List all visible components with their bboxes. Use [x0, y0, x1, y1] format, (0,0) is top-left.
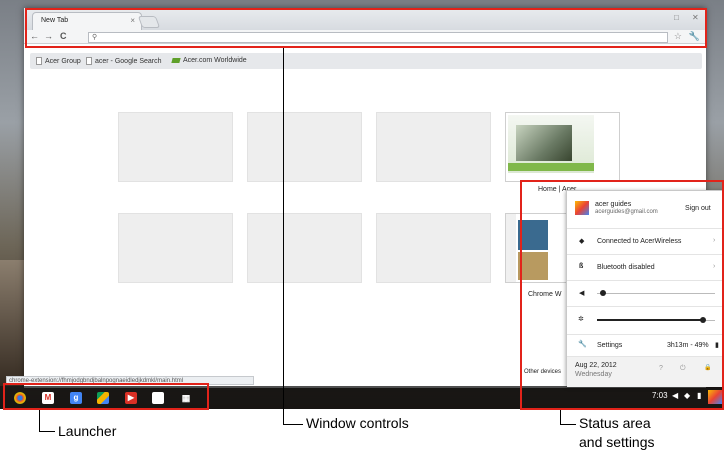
acer-site-photo [516, 125, 572, 161]
acer-site-thumbnail [508, 115, 594, 173]
launcher-callout-line [39, 431, 55, 432]
bookmarks-bar: Acer Group acer - Google Search Acer.com… [30, 53, 702, 69]
launcher-callout-label: Launcher [58, 423, 117, 439]
most-visited-tile[interactable] [247, 213, 362, 283]
status-area-callout-label-2: and settings [579, 434, 655, 450]
most-visited-tile[interactable] [118, 112, 233, 182]
most-visited-tile[interactable] [376, 112, 491, 182]
acer-logo-icon [171, 57, 181, 63]
status-area-callout-box [520, 180, 724, 410]
most-visited-tile[interactable] [118, 213, 233, 283]
most-visited-tile[interactable] [376, 213, 491, 283]
bookmark-acer-worldwide[interactable]: Acer.com Worldwide [171, 57, 247, 64]
launcher-callout-box [3, 383, 209, 410]
status-area-callout-line [560, 410, 561, 424]
window-controls-callout-label: Window controls [306, 415, 409, 431]
page-icon [36, 57, 42, 65]
bookmark-acer-google-search[interactable]: acer - Google Search [86, 57, 162, 65]
most-visited-tile[interactable] [247, 112, 362, 182]
bookmark-label: acer - Google Search [95, 57, 162, 65]
status-area-callout-line [560, 424, 576, 425]
window-controls-callout-line [283, 48, 284, 424]
status-area-callout-label-1: Status area [579, 415, 651, 431]
bookmark-label: Acer.com Worldwide [183, 57, 247, 64]
acer-site-banner [508, 163, 594, 171]
page-icon [86, 57, 92, 65]
most-visited-tile-acer[interactable] [505, 112, 620, 182]
window-controls-callout-line [283, 424, 303, 425]
bookmark-acer-group[interactable]: Acer Group [36, 57, 81, 65]
chrome-site-sidebar [506, 214, 516, 282]
window-controls-callout-box [25, 8, 707, 48]
launcher-callout-line [39, 410, 40, 432]
bookmark-label: Acer Group [45, 57, 81, 65]
